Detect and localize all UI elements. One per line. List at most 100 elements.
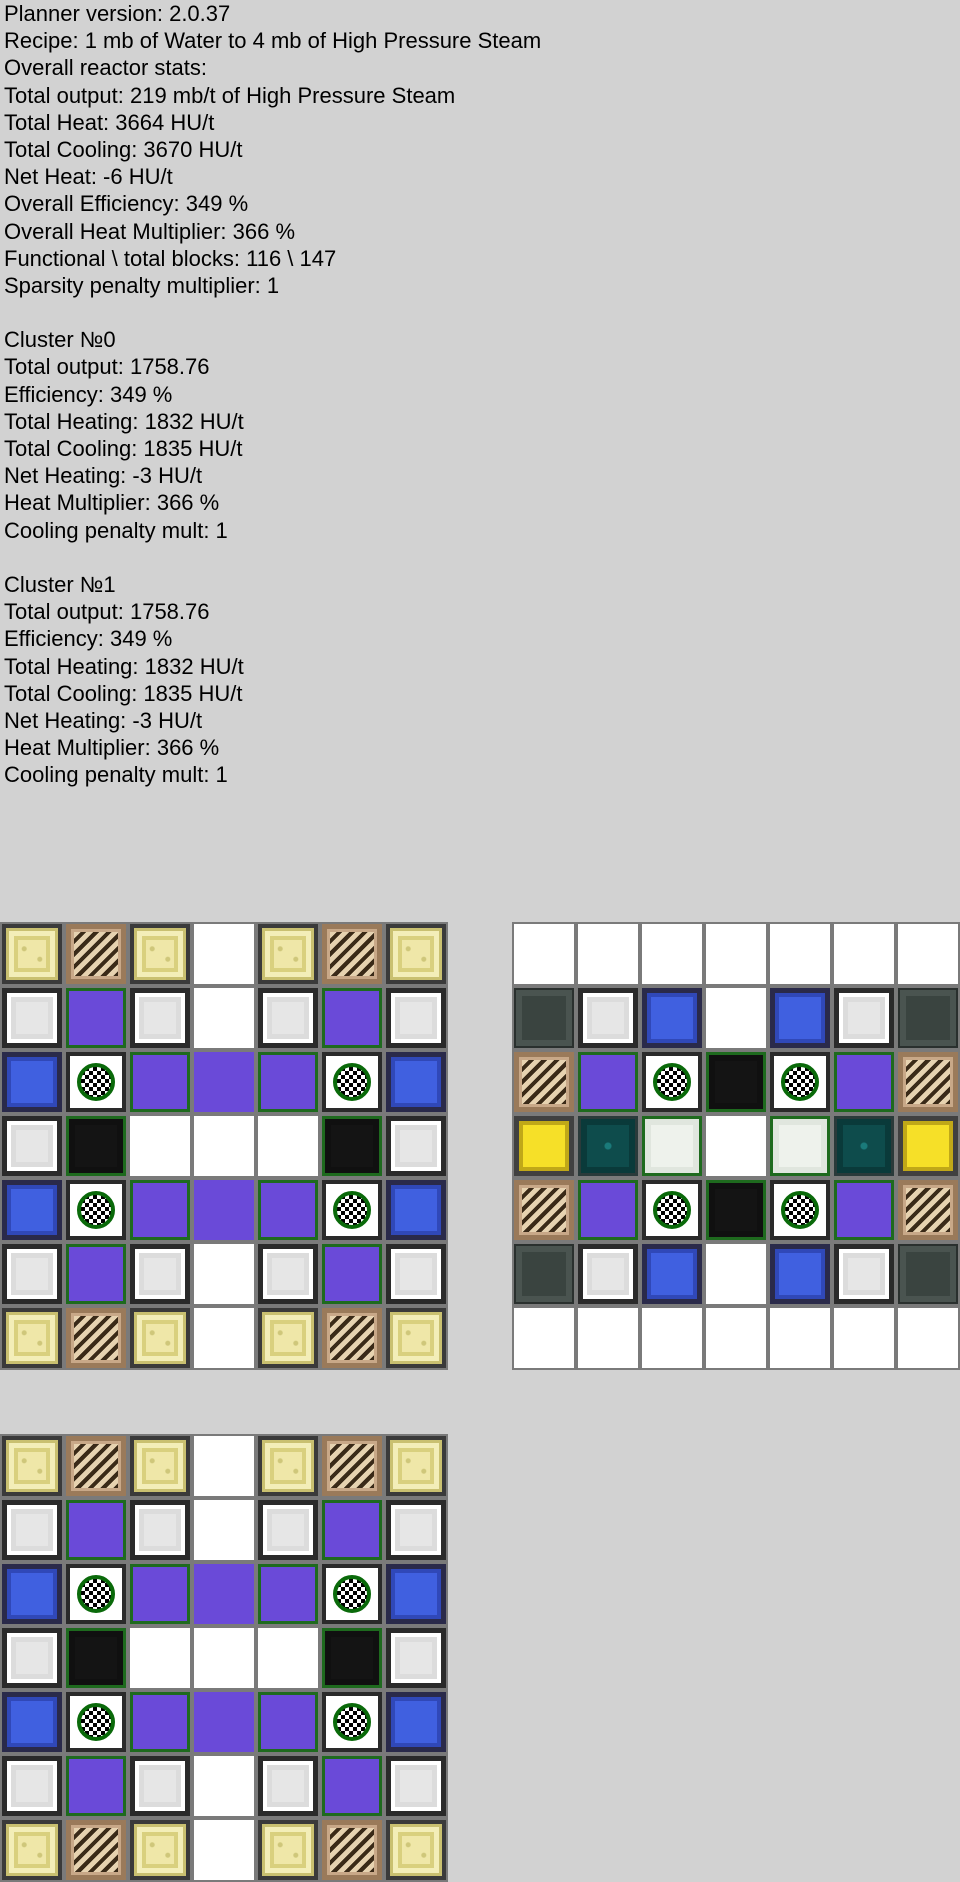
reactor-block-glow: [258, 1308, 318, 1368]
reactor-block-black: [66, 1116, 126, 1176]
reactor-block-purple2: [194, 1692, 254, 1752]
reactor-block-stripe: [322, 1436, 382, 1496]
stat-line: Cluster №1: [4, 571, 116, 597]
reactor-block-check: [66, 1692, 126, 1752]
reactor-block-check: [322, 1052, 382, 1112]
reactor-block-glow: [130, 1436, 190, 1496]
reactor-block-purple: [322, 1500, 382, 1560]
stat-line: Heat Multiplier: 366 %: [4, 735, 220, 761]
reactor-block-check: [642, 1180, 702, 1240]
reactor-block-teal: [834, 1116, 894, 1176]
reactor-block-empty: [194, 988, 254, 1048]
reactor-block-empty: [578, 924, 638, 984]
reactor-block-empty: [578, 1308, 638, 1368]
reactor-block-light: [386, 1756, 446, 1816]
stat-line: Heat Multiplier: 366 %: [4, 490, 220, 516]
reactor-block-glow: [130, 1308, 190, 1368]
reactor-block-empty: [258, 1116, 318, 1176]
reactor-block-glow: [2, 924, 62, 984]
reactor-block-blue: [770, 1244, 830, 1304]
reactor-block-stripe: [322, 924, 382, 984]
reactor-block-light: [2, 1628, 62, 1688]
reactor-block-purple: [578, 1180, 638, 1240]
stat-line: Cooling penalty mult: 1: [4, 517, 228, 543]
reactor-block-blue: [2, 1564, 62, 1624]
stats-spacer: [4, 299, 541, 326]
reactor-block-stripe: [66, 1436, 126, 1496]
reactor-block-glow: [130, 1820, 190, 1880]
stat-line: Total output: 1758.76: [4, 599, 210, 625]
reactor-block-black: [322, 1116, 382, 1176]
reactor-block-empty: [706, 1244, 766, 1304]
reactor-block-light: [130, 1756, 190, 1816]
stat-line: Net Heat: -6 HU/t: [4, 164, 173, 190]
reactor-block-purple: [130, 1564, 190, 1624]
reactor-block-light: [386, 1628, 446, 1688]
reactor-stats-panel: Planner version: 2.0.37 Recipe: 1 mb of W…: [4, 0, 541, 788]
reactor-block-empty: [194, 1500, 254, 1560]
stat-line: Total output: 219 mb/t of High Pressure …: [4, 82, 456, 108]
reactor-block-glow: [2, 1436, 62, 1496]
reactor-block-yellow: [514, 1116, 574, 1176]
reactor-block-empty: [642, 924, 702, 984]
reactor-block-stripe: [322, 1820, 382, 1880]
reactor-block-light: [258, 988, 318, 1048]
reactor-block-blue: [642, 1244, 702, 1304]
stat-line: Total Cooling: 1835 HU/t: [4, 436, 243, 461]
stats-spacer: [4, 544, 541, 571]
reactor-block-purple: [258, 1564, 318, 1624]
reactor-block-empty: [130, 1628, 190, 1688]
stat-line: Cooling penalty mult: 1: [4, 762, 228, 788]
reactor-block-purple: [66, 988, 126, 1048]
reactor-block-check: [322, 1692, 382, 1752]
reactor-block-black: [66, 1628, 126, 1688]
reactor-block-light: [578, 988, 638, 1048]
reactor-block-check: [66, 1052, 126, 1112]
reactor-block-purple: [258, 1052, 318, 1112]
reactor-block-stripe: [66, 1820, 126, 1880]
reactor-block-glow: [2, 1308, 62, 1368]
reactor-layer-1-grid: [512, 922, 960, 1370]
stat-line: Total Cooling: 3670 HU/t: [4, 136, 243, 162]
reactor-block-yellow: [898, 1116, 958, 1176]
reactor-block-purple: [322, 988, 382, 1048]
reactor-block-purple: [578, 1052, 638, 1112]
reactor-block-glow: [130, 924, 190, 984]
reactor-block-blue: [386, 1052, 446, 1112]
reactor-block-stripe: [66, 1308, 126, 1368]
reactor-block-blue: [2, 1180, 62, 1240]
reactor-block-empty: [706, 1116, 766, 1176]
reactor-block-light: [2, 1244, 62, 1304]
reactor-block-glow: [2, 1820, 62, 1880]
reactor-block-glow: [258, 1436, 318, 1496]
reactor-block-blue: [386, 1564, 446, 1624]
reactor-block-empty: [194, 1244, 254, 1304]
reactor-block-glow: [258, 924, 318, 984]
stat-line: Total Heating: 1832 HU/t: [4, 408, 244, 434]
reactor-block-empty: [194, 1820, 254, 1880]
reactor-block-light: [386, 988, 446, 1048]
reactor-block-purple: [258, 1180, 318, 1240]
reactor-block-purple: [322, 1244, 382, 1304]
reactor-block-purple2: [194, 1052, 254, 1112]
reactor-block-light: [834, 988, 894, 1048]
stat-line: Overall Heat Multiplier: 366 %: [4, 218, 296, 244]
reactor-block-purple: [66, 1244, 126, 1304]
reactor-block-black: [322, 1628, 382, 1688]
reactor-block-check: [770, 1052, 830, 1112]
reactor-block-purple: [322, 1756, 382, 1816]
stat-line: Overall Efficiency: 349 %: [4, 191, 249, 217]
reactor-block-light: [2, 988, 62, 1048]
reactor-block-blue: [2, 1692, 62, 1752]
reactor-block-empty: [194, 1628, 254, 1688]
reactor-block-light: [578, 1244, 638, 1304]
reactor-block-light: [258, 1756, 318, 1816]
reactor-layer-0-grid: [0, 922, 448, 1370]
reactor-block-empty: [514, 924, 574, 984]
reactor-block-light: [386, 1116, 446, 1176]
stat-line: Total output: 1758.76: [4, 354, 210, 380]
reactor-block-empty: [194, 924, 254, 984]
reactor-block-stripe: [66, 924, 126, 984]
reactor-block-light: [258, 1244, 318, 1304]
reactor-block-light: [2, 1756, 62, 1816]
